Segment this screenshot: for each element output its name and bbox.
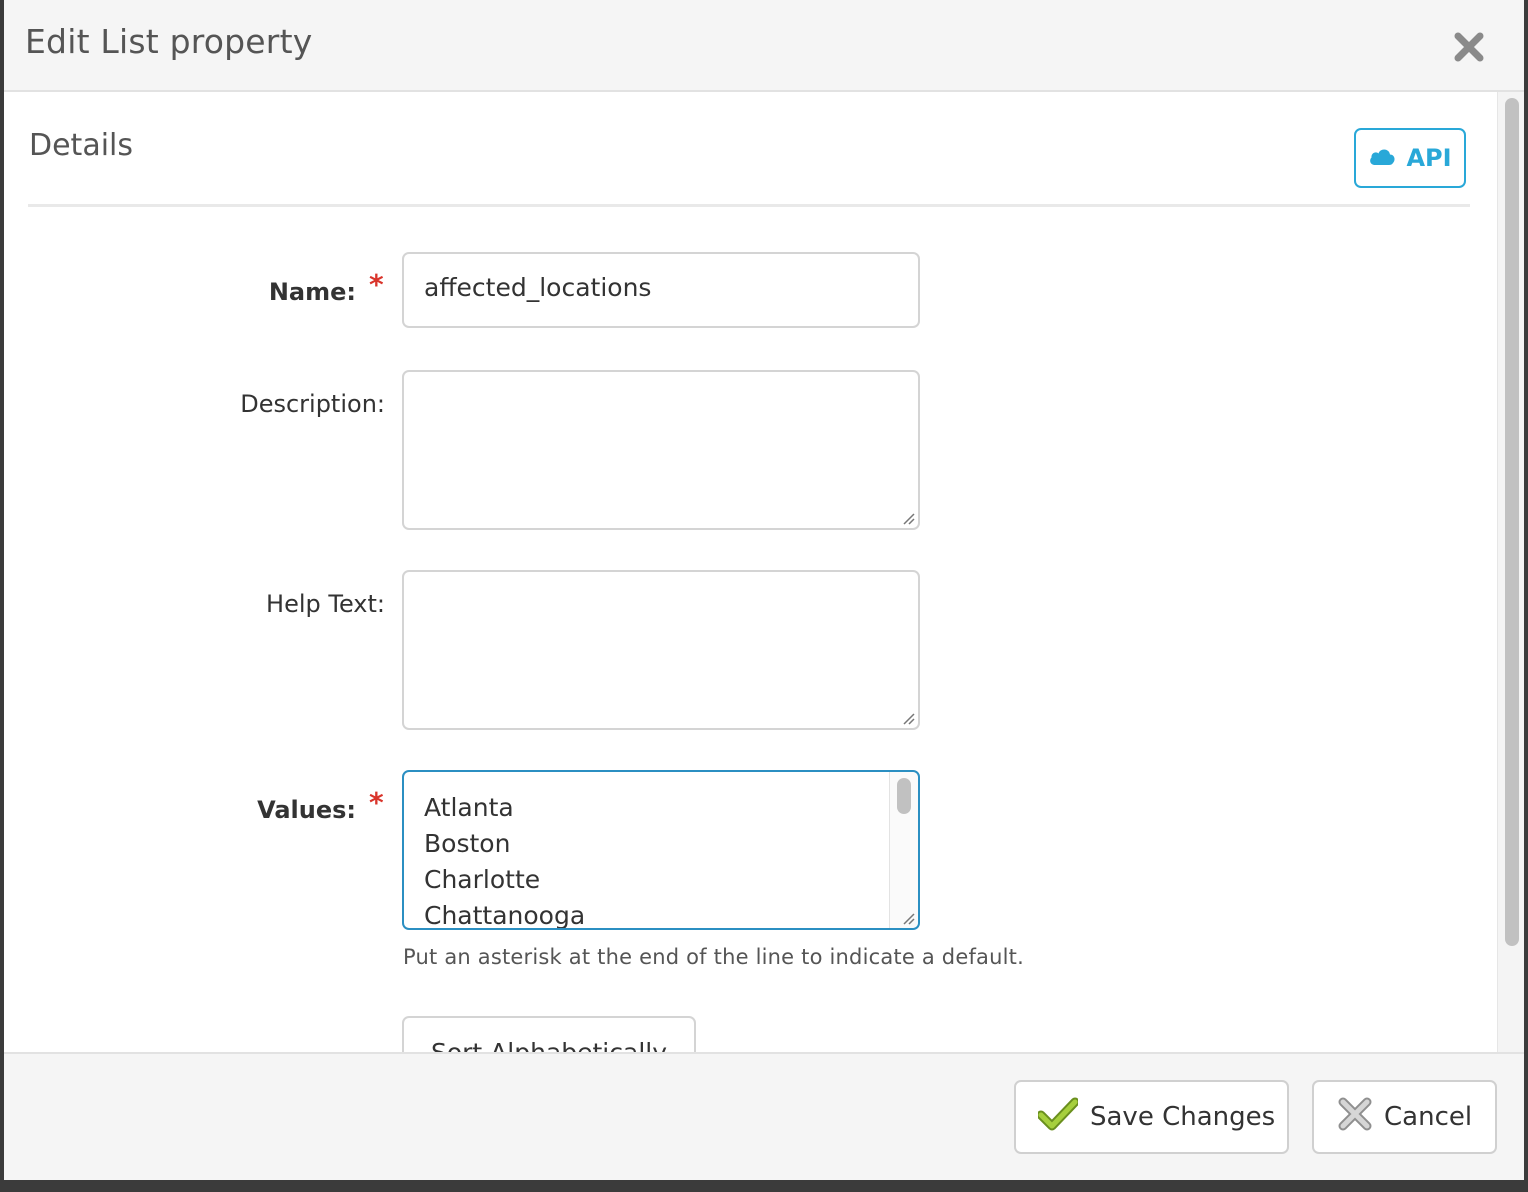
values-scrollbar[interactable] (889, 772, 918, 928)
name-label: Name: (268, 278, 356, 306)
required-asterisk: * (369, 268, 384, 301)
save-changes-button[interactable]: Save Changes (1014, 1080, 1289, 1154)
dialog-title: Edit List property (25, 22, 313, 61)
cancel-x-icon (1338, 1097, 1372, 1138)
values-textarea[interactable]: Atlanta Boston Charlotte Chattanooga (402, 770, 920, 930)
value-item: Chattanooga (424, 901, 586, 930)
help-text-label: Help Text: (266, 590, 385, 618)
api-label: API (1406, 144, 1452, 172)
value-item: Atlanta (424, 793, 514, 822)
api-button[interactable]: API (1354, 128, 1466, 188)
dialog-scrollbar[interactable] (1497, 92, 1524, 1052)
values-scrollbar-thumb[interactable] (897, 778, 911, 814)
value-item: Charlotte (424, 865, 541, 894)
resize-grip-icon[interactable] (901, 711, 915, 725)
dialog-body: Details API Name: * affected_locations D… (4, 92, 1497, 1052)
dialog-scrollbar-thumb[interactable] (1505, 98, 1519, 946)
value-item: Boston (424, 829, 511, 858)
help-text-field[interactable] (402, 570, 920, 730)
resize-grip-icon[interactable] (901, 511, 915, 525)
edit-property-dialog: Edit List property Details API Name: * a… (4, 0, 1524, 1180)
dialog-footer: Save Changes Cancel (4, 1052, 1524, 1180)
name-value: affected_locations (424, 273, 652, 302)
section-divider (28, 204, 1470, 207)
required-asterisk: * (369, 786, 384, 819)
cloud-icon (1368, 144, 1396, 172)
values-list: Atlanta Boston Charlotte Chattanooga (424, 790, 586, 930)
cancel-button[interactable]: Cancel (1312, 1080, 1497, 1154)
name-field[interactable]: affected_locations (402, 252, 920, 328)
resize-grip-icon[interactable] (901, 911, 915, 925)
cancel-label: Cancel (1384, 1102, 1473, 1132)
checkmark-icon (1036, 1097, 1080, 1138)
sort-alphabetically-button[interactable]: Sort Alphabetically (402, 1016, 696, 1052)
values-label: Values: (257, 796, 356, 824)
section-title: Details (29, 128, 134, 163)
close-icon[interactable] (1452, 30, 1486, 64)
description-label: Description: (240, 390, 385, 418)
save-changes-label: Save Changes (1090, 1102, 1276, 1132)
dialog-header: Edit List property (4, 0, 1524, 92)
description-field[interactable] (402, 370, 920, 530)
values-hint: Put an asterisk at the end of the line t… (403, 945, 1024, 969)
